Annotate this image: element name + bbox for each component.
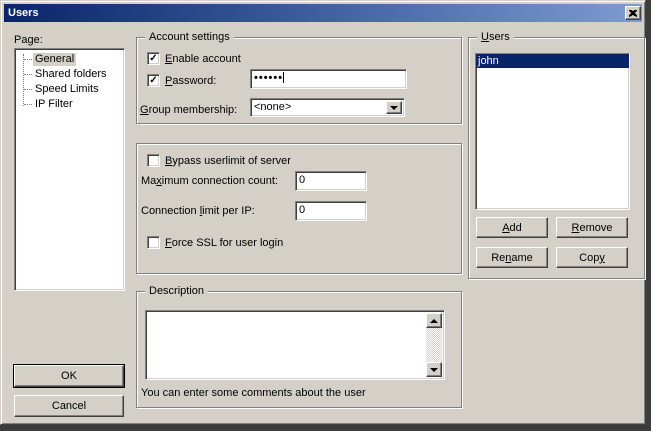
scroll-up-icon (430, 319, 438, 323)
password-checkbox[interactable]: ✓ (147, 74, 160, 87)
scroll-up-button[interactable] (426, 313, 442, 328)
screen: Users Page: General Shared folders (0, 0, 651, 431)
max-connections-value: 0 (299, 174, 305, 186)
scroll-down-button[interactable] (426, 362, 442, 377)
scroll-down-icon (430, 368, 438, 372)
description-hint: You can enter some comments about the us… (141, 387, 366, 399)
tree-item-label[interactable]: General (33, 53, 76, 66)
account-settings-title: Account settings (145, 31, 234, 44)
page-tree[interactable]: General Shared folders Speed Limits IP F… (14, 48, 125, 291)
ok-button[interactable]: OK (14, 365, 124, 387)
enable-account-checkbox[interactable]: ✓ (147, 52, 160, 65)
users-group: Users john Add Remove Rename Copy (468, 37, 645, 279)
scrollbar-track[interactable] (426, 328, 442, 362)
check-icon: ✓ (149, 54, 157, 63)
group-membership-label: Group membership: (140, 104, 237, 116)
users-group-title: Users (477, 31, 514, 44)
chevron-down-icon (390, 106, 398, 110)
page-tree-rows: General Shared folders Speed Limits IP F… (15, 49, 124, 112)
connection-limits-group: Bypass userlimit of server Maximum conne… (136, 143, 462, 274)
tree-connector (24, 89, 32, 90)
tree-connector (24, 59, 32, 60)
users-dialog: Users Page: General Shared folders (0, 0, 646, 425)
tree-item-label[interactable]: IP Filter (33, 98, 75, 111)
tree-item-general[interactable]: General (15, 52, 124, 67)
tree-item-shared-folders[interactable]: Shared folders (15, 67, 124, 82)
vertical-scrollbar[interactable] (426, 313, 442, 377)
bypass-userlimit-checkbox[interactable] (147, 154, 160, 167)
group-membership-value: <none> (254, 101, 291, 113)
group-membership-select[interactable]: <none> (250, 98, 405, 117)
remove-user-button[interactable]: Remove (556, 217, 628, 238)
description-title: Description (145, 285, 208, 298)
password-value: •••••• (254, 72, 283, 84)
bypass-userlimit-label[interactable]: Bypass userlimit of server (165, 155, 291, 167)
tree-item-label[interactable]: Shared folders (33, 68, 109, 81)
copy-user-button[interactable]: Copy (556, 247, 628, 268)
account-settings-group: Account settings ✓ Enable account ✓ Pass… (136, 37, 462, 124)
description-group: Description You can enter some comments … (136, 291, 462, 408)
close-icon (629, 10, 637, 17)
users-list[interactable]: john (475, 53, 630, 210)
tree-connector (24, 104, 32, 105)
max-connections-input[interactable]: 0 (295, 171, 367, 191)
check-icon: ✓ (149, 76, 157, 85)
password-input[interactable]: •••••• (250, 69, 407, 89)
list-item-john[interactable]: john (476, 54, 629, 68)
per-ip-limit-label: Connection limit per IP: (141, 205, 255, 217)
password-label[interactable]: Password: (165, 75, 216, 87)
enable-account-label[interactable]: Enable account (165, 53, 241, 65)
force-ssl-checkbox[interactable] (147, 236, 160, 249)
window-title: Users (4, 7, 39, 19)
force-ssl-label[interactable]: Force SSL for user login (165, 237, 283, 249)
tree-item-ip-filter[interactable]: IP Filter (15, 97, 124, 112)
rename-user-button[interactable]: Rename (476, 247, 548, 268)
max-connections-label: Maximum connection count: (141, 175, 278, 187)
cancel-button[interactable]: Cancel (14, 395, 124, 417)
tree-item-label[interactable]: Speed Limits (33, 83, 101, 96)
text-caret (283, 72, 284, 83)
page-label: Page: (14, 34, 43, 46)
titlebar[interactable]: Users (4, 4, 642, 22)
add-user-button[interactable]: Add (476, 217, 548, 238)
dropdown-button[interactable] (386, 101, 402, 114)
close-button[interactable] (625, 6, 641, 20)
tree-item-speed-limits[interactable]: Speed Limits (15, 82, 124, 97)
per-ip-limit-input[interactable]: 0 (295, 201, 367, 221)
per-ip-limit-value: 0 (299, 204, 305, 216)
description-textarea[interactable] (145, 310, 445, 380)
tree-connector (24, 74, 32, 75)
